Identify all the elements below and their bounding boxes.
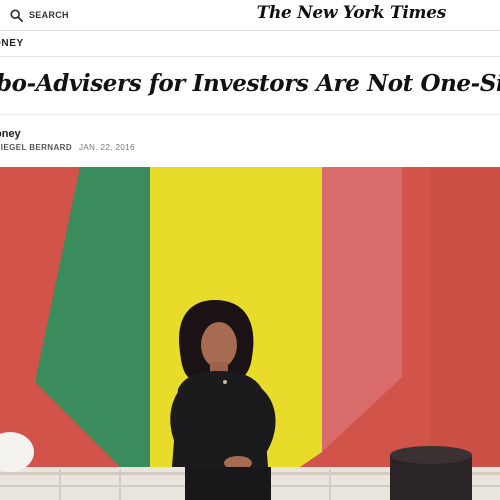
byline[interactable]: SIEGEL BERNARD [0,143,72,152]
top-bar: SEARCH The New York Times [0,0,500,31]
divider [0,114,500,115]
divider [0,56,500,57]
column-name[interactable]: oney [0,128,21,140]
article-photo [0,167,500,500]
publish-date: JAN. 22, 2016 [79,143,135,152]
search-icon [10,8,23,22]
article-page: SEARCH The New York Times ONEY bo-Advise… [0,0,500,500]
section-label[interactable]: ONEY [0,38,24,49]
search-label: SEARCH [29,10,69,20]
article-headline: bo-Advisers for Investors Are Not One-Si… [0,70,500,97]
nyt-logo[interactable]: The New York Times [257,3,447,23]
byline-row: SIEGEL BERNARD JAN. 22, 2016 [0,143,135,152]
search-button[interactable]: SEARCH [10,7,69,23]
